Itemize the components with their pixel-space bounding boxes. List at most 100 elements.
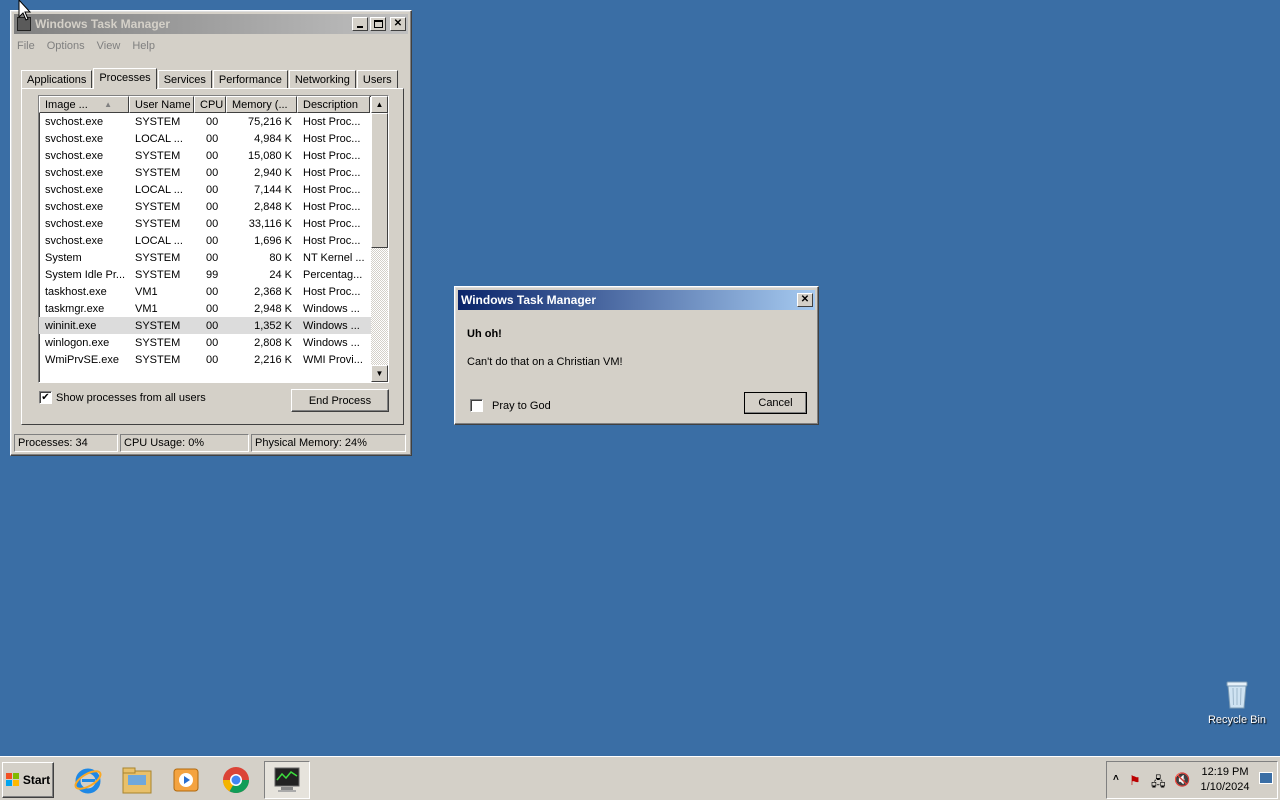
chrome-icon	[222, 767, 250, 794]
menu-help[interactable]: Help	[132, 40, 155, 52]
process-row[interactable]: svchost.exe SYSTEM 00 33,116 K Host Proc...	[39, 215, 388, 232]
process-row[interactable]: svchost.exe LOCAL ... 00 4,984 K Host Proc..…	[39, 130, 388, 147]
process-row[interactable]: svchost.exe LOCAL ... 00 7,144 K Host Proc..…	[39, 181, 388, 198]
process-cpu: 00	[206, 149, 219, 162]
process-row[interactable]: WmiPrvSE.exe SYSTEM 00 2,216 K WMI Provi...	[39, 351, 388, 368]
process-memory: 2,808 K	[254, 336, 292, 349]
tab-performance[interactable]: Performance	[212, 70, 288, 89]
close-button[interactable]: ✕	[390, 17, 406, 31]
process-row[interactable]: winlogon.exe SYSTEM 00 2,808 K Windows ...	[39, 334, 388, 351]
volume-muted-icon[interactable]: 🔇	[1174, 772, 1190, 788]
process-row[interactable]: taskmgr.exe VM1 00 2,948 K Windows ...	[39, 300, 388, 317]
process-memory: 75,216 K	[247, 115, 292, 128]
process-description: WMI Provi...	[303, 353, 363, 366]
process-cpu: 00	[206, 251, 219, 264]
process-image-name: svchost.exe	[45, 217, 104, 230]
clock[interactable]: 12:19 PM 1/10/2024	[1195, 765, 1255, 795]
process-user-name: VM1	[135, 302, 158, 315]
process-image-name: svchost.exe	[45, 132, 104, 145]
process-cpu: 00	[206, 234, 219, 247]
process-user-name: LOCAL ...	[135, 132, 183, 145]
process-memory: 2,216 K	[254, 353, 292, 366]
process-user-name: SYSTEM	[135, 217, 181, 230]
pray-label: Pray to God	[492, 399, 551, 412]
network-icon[interactable]: 🖧	[1151, 773, 1166, 795]
process-description: Host Proc...	[303, 166, 361, 179]
process-description: Windows ...	[303, 336, 360, 349]
process-image-name: svchost.exe	[45, 183, 104, 196]
column-image-name[interactable]: Image ... ▲	[39, 96, 129, 113]
start-label: Start	[22, 773, 51, 787]
process-row[interactable]: svchost.exe SYSTEM 00 2,940 K Host Proc...	[39, 164, 388, 181]
taskbar-media-player[interactable]	[164, 761, 208, 799]
menu-file[interactable]: File	[17, 40, 35, 52]
status-cpu-usage: CPU Usage: 0%	[120, 434, 249, 452]
tab-users[interactable]: Users	[356, 70, 398, 89]
column-cpu[interactable]: CPU	[194, 96, 226, 113]
pray-to-god-checkbox[interactable]: Pray to God	[470, 399, 551, 412]
process-description: Host Proc...	[303, 234, 361, 247]
menu-options[interactable]: Options	[47, 40, 85, 52]
process-memory: 2,948 K	[254, 302, 292, 315]
status-bar: Processes: 34 CPU Usage: 0% Physical Mem…	[14, 434, 408, 452]
taskbar: Start ˄ ⚑ 🖧 🔇 12:19 PM 1/10/2024	[0, 756, 1280, 800]
scroll-down-button[interactable]: ▼	[371, 365, 388, 382]
recycle-bin[interactable]: Recycle Bin	[1204, 678, 1270, 726]
cancel-button[interactable]: Cancel	[744, 392, 807, 414]
process-list[interactable]: Image ... ▲ User Name CPU Memory (... Des…	[38, 95, 389, 383]
taskbar-chrome[interactable]	[214, 761, 258, 799]
process-row[interactable]: svchost.exe SYSTEM 00 2,848 K Host Proc...	[39, 198, 388, 215]
process-image-name: System Idle Pr...	[45, 268, 126, 281]
pray-check-box[interactable]	[470, 399, 483, 412]
process-row[interactable]: svchost.exe SYSTEM 00 15,080 K Host Proc...	[39, 147, 388, 164]
column-memory[interactable]: Memory (...	[226, 96, 297, 113]
process-description: Windows ...	[303, 302, 360, 315]
taskbar-task-manager[interactable]	[264, 761, 310, 799]
maximize-button[interactable]	[370, 17, 386, 31]
taskbar-internet-explorer[interactable]	[66, 761, 110, 799]
vertical-scrollbar[interactable]: ▲ ▼	[371, 96, 388, 382]
process-row[interactable]: svchost.exe LOCAL ... 00 1,696 K Host Proc..…	[39, 232, 388, 249]
windows-explorer-icon	[122, 767, 152, 794]
menu-view[interactable]: View	[97, 40, 121, 52]
process-user-name: LOCAL ...	[135, 234, 183, 247]
process-description: Host Proc...	[303, 285, 361, 298]
show-all-check-box[interactable]: ✔	[39, 391, 52, 404]
process-row[interactable]: svchost.exe SYSTEM 00 75,216 K Host Proc...	[39, 113, 388, 130]
process-memory: 1,696 K	[254, 234, 292, 247]
show-all-processes-checkbox[interactable]: ✔ Show processes from all users	[39, 391, 206, 404]
process-image-name: System	[45, 251, 82, 264]
process-cpu: 00	[206, 285, 219, 298]
process-row[interactable]: System Idle Pr... SYSTEM 99 24 K Percentag..…	[39, 266, 388, 283]
show-desktop-icon[interactable]	[1259, 772, 1273, 784]
process-image-name: taskhost.exe	[45, 285, 107, 298]
task-manager-titlebar[interactable]: Windows Task Manager ✕	[14, 14, 408, 34]
process-user-name: SYSTEM	[135, 336, 181, 349]
tab-applications[interactable]: Applications	[21, 70, 93, 89]
end-process-button[interactable]: End Process	[291, 389, 389, 412]
scroll-up-button[interactable]: ▲	[371, 96, 388, 113]
tab-networking[interactable]: Networking	[288, 70, 356, 89]
column-user-name[interactable]: User Name	[129, 96, 194, 113]
process-image-name: taskmgr.exe	[45, 302, 105, 315]
column-description[interactable]: Description	[297, 96, 370, 113]
process-row[interactable]: wininit.exe SYSTEM 00 1,352 K Windows ...	[39, 317, 388, 334]
tab-services[interactable]: Services	[157, 70, 212, 89]
taskbar-windows-explorer[interactable]	[115, 761, 159, 799]
minimize-icon	[357, 26, 363, 28]
process-cpu: 00	[206, 353, 219, 366]
start-button[interactable]: Start	[2, 762, 54, 798]
process-image-name: svchost.exe	[45, 200, 104, 213]
show-all-label: Show processes from all users	[56, 391, 206, 404]
minimize-button[interactable]	[352, 17, 368, 31]
dialog-title: Windows Task Manager	[461, 293, 597, 307]
tab-processes[interactable]: Processes	[93, 68, 157, 89]
action-center-flag-icon[interactable]: ⚑	[1129, 773, 1141, 789]
process-row[interactable]: System SYSTEM 00 80 K NT Kernel ...	[39, 249, 388, 266]
show-hidden-icons-chevron-icon[interactable]: ˄	[1113, 773, 1119, 784]
dialog-close-button[interactable]: ✕	[797, 293, 813, 307]
process-cpu: 00	[206, 319, 219, 332]
scroll-thumb[interactable]	[371, 113, 388, 248]
process-row[interactable]: taskhost.exe VM1 00 2,368 K Host Proc...	[39, 283, 388, 300]
dialog-titlebar[interactable]: Windows Task Manager ✕	[458, 290, 815, 310]
